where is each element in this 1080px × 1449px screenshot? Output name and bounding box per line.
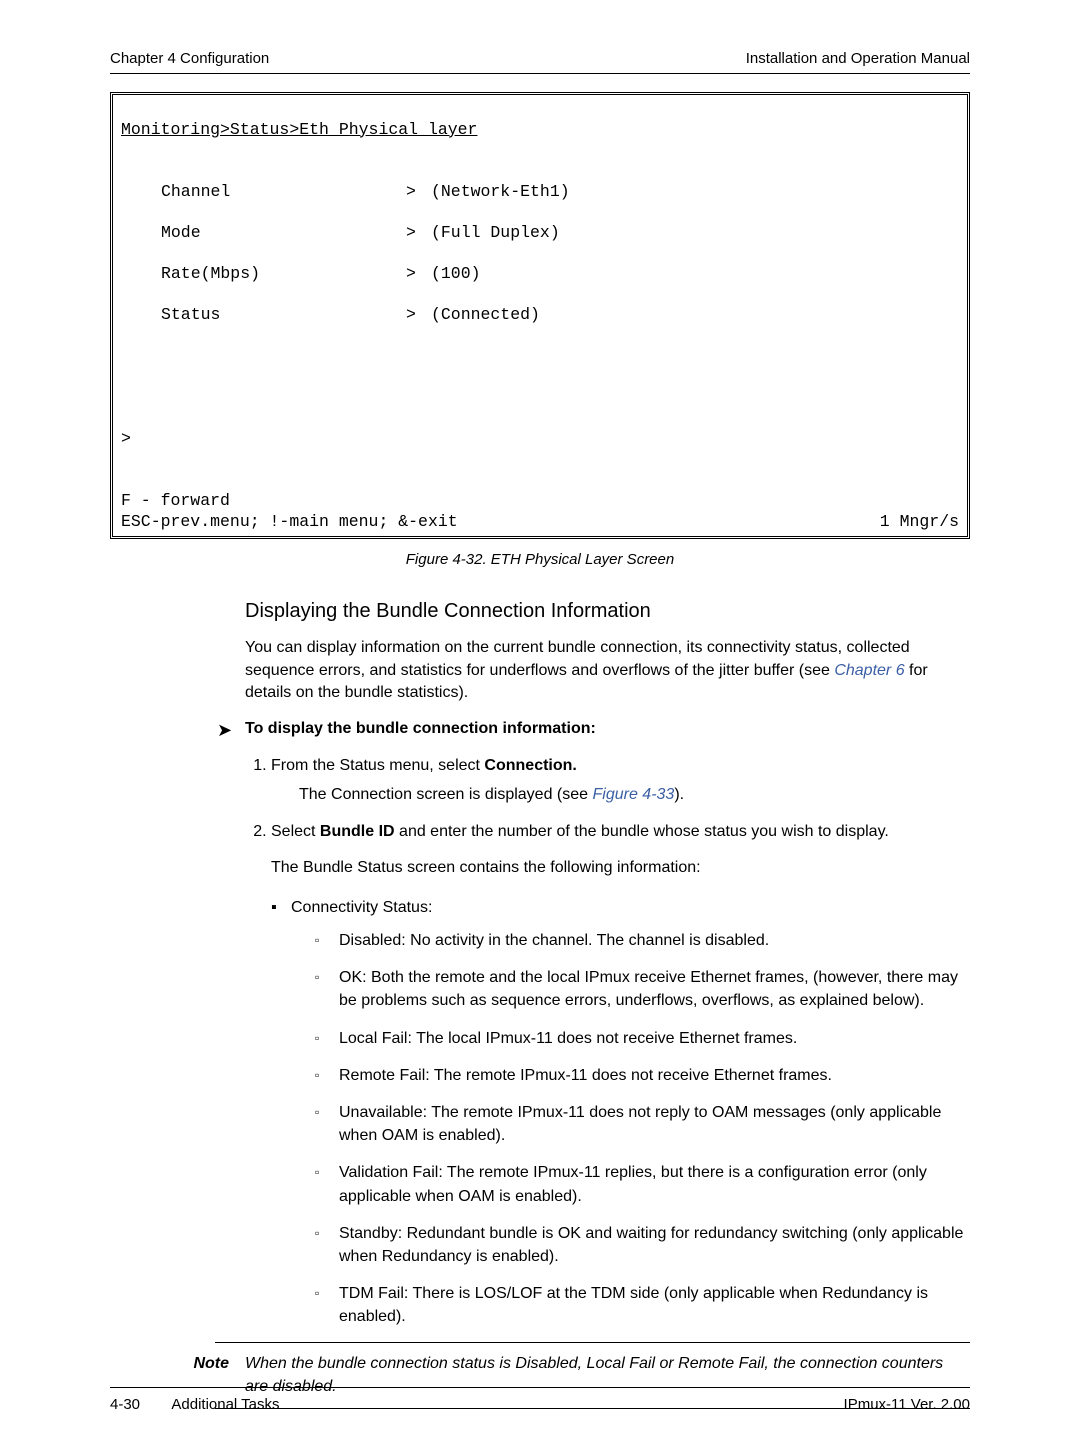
step-2-post: and enter the number of the bundle whose…: [395, 823, 889, 840]
footer-page-number: 4-30: [110, 1396, 140, 1413]
connectivity-status-label: Connectivity Status:: [291, 899, 432, 916]
list-item: Local Fail: The local IPmux-11 does not …: [315, 1027, 970, 1050]
list-item: OK: Both the remote and the local IPmux …: [315, 966, 970, 1012]
page-footer: 4-30 Additional Tasks IPmux-11 Ver. 2.00: [110, 1387, 970, 1413]
figure-caption: Figure 4-32. ETH Physical Layer Screen: [110, 551, 970, 568]
terminal-label: Rate(Mbps): [121, 264, 391, 285]
list-item: Remote Fail: The remote IPmux-11 does no…: [315, 1064, 970, 1087]
list-item: Disabled: No activity in the channel. Th…: [315, 929, 970, 952]
note-label: Note: [165, 1353, 245, 1375]
terminal-label: Status: [121, 305, 391, 326]
info-bullet-list: Connectivity Status: Disabled: No activi…: [245, 896, 970, 1329]
terminal-value: (100): [431, 264, 481, 285]
terminal-arrow: >: [391, 264, 431, 285]
terminal-forward-hint: F - forward: [121, 491, 230, 510]
step-1-pre: From the Status menu, select: [271, 757, 484, 774]
header-chapter: Chapter 4 Configuration: [110, 50, 269, 67]
terminal-row: Mode>(Full Duplex): [121, 223, 959, 244]
chapter-6-link[interactable]: Chapter 6: [834, 662, 904, 679]
terminal-arrow: >: [391, 182, 431, 203]
procedure-heading: ➤ To display the bundle connection infor…: [217, 720, 970, 742]
step-1: From the Status menu, select Connection.…: [271, 754, 970, 806]
step-2-pre: Select: [271, 823, 320, 840]
terminal-value: (Network-Eth1): [431, 182, 570, 203]
procedure-steps: From the Status menu, select Connection.…: [245, 754, 970, 844]
terminal-prompt-marker: >: [121, 429, 131, 448]
step-1-menu-item: Connection.: [484, 757, 576, 774]
terminal-nav-hint: ESC-prev.menu; !-main menu; &-exit: [121, 512, 458, 533]
list-item: Validation Fail: The remote IPmux-11 rep…: [315, 1161, 970, 1207]
step-2: Select Bundle ID and enter the number of…: [271, 820, 970, 843]
footer-product-version: IPmux-11 Ver. 2.00: [844, 1396, 970, 1413]
figure-4-33-link[interactable]: Figure 4-33: [593, 786, 675, 803]
step-2-field: Bundle ID: [320, 823, 395, 840]
section-heading: Displaying the Bundle Connection Informa…: [245, 600, 970, 623]
terminal-arrow: >: [391, 223, 431, 244]
running-header: Chapter 4 Configuration Installation and…: [110, 50, 970, 74]
terminal-row: Status>(Connected): [121, 305, 959, 326]
terminal-arrow: >: [391, 305, 431, 326]
terminal-settings-table: Channel>(Network-Eth1) Mode>(Full Duplex…: [121, 161, 959, 347]
terminal-footer: ESC-prev.menu; !-main menu; &-exit 1 Mngr…: [121, 512, 959, 533]
terminal-breadcrumb: Monitoring>Status>Eth Physical layer: [121, 120, 477, 139]
terminal-row: Channel>(Network-Eth1): [121, 182, 959, 203]
arrow-right-icon: ➤: [217, 720, 245, 742]
intro-text-pre: You can display information on the curre…: [245, 639, 910, 678]
terminal-row: Rate(Mbps)>(100): [121, 264, 959, 285]
header-manual-title: Installation and Operation Manual: [746, 50, 970, 67]
list-item: Unavailable: The remote IPmux-11 does no…: [315, 1101, 970, 1147]
procedure-title: To display the bundle connection informa…: [245, 720, 596, 738]
info-line: The Bundle Status screen contains the fo…: [271, 857, 970, 879]
list-item: Standby: Redundant bundle is OK and wait…: [315, 1222, 970, 1268]
connectivity-status-item: Connectivity Status: Disabled: No activi…: [271, 896, 970, 1329]
step-1-sub-pre: The Connection screen is displayed (see: [299, 786, 593, 803]
step-1-result: The Connection screen is displayed (see …: [299, 783, 970, 806]
terminal-label: Mode: [121, 223, 391, 244]
terminal-value: (Full Duplex): [431, 223, 560, 244]
footer-section-name: Additional Tasks: [171, 1396, 279, 1413]
connectivity-status-sublist: Disabled: No activity in the channel. Th…: [291, 929, 970, 1328]
step-1-sub-post: ).: [674, 786, 684, 803]
list-item: TDM Fail: There is LOS/LOF at the TDM si…: [315, 1282, 970, 1328]
terminal-mngr-rate: 1 Mngr/s: [880, 512, 959, 533]
intro-paragraph: You can display information on the curre…: [245, 637, 970, 704]
terminal-value: (Connected): [431, 305, 540, 326]
terminal-label: Channel: [121, 182, 391, 203]
terminal-screen: Monitoring>Status>Eth Physical layer Cha…: [110, 92, 970, 539]
